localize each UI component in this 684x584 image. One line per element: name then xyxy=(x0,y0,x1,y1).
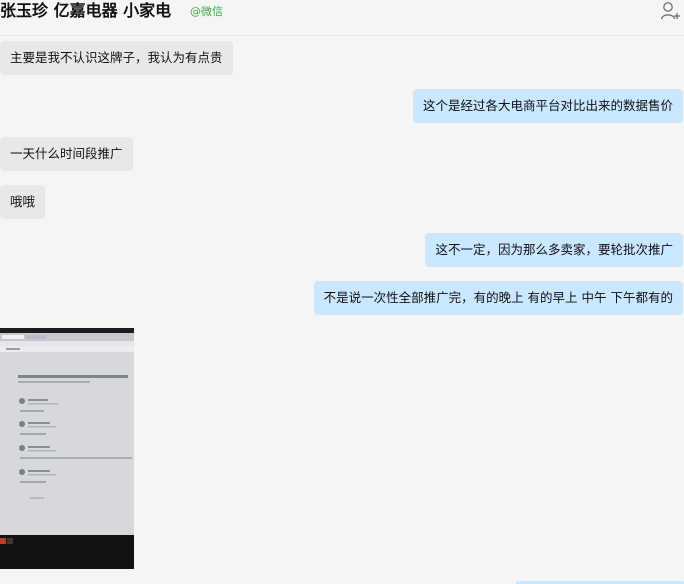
chat-header: 张玉珍 亿嘉电器 小家电 @微信 xyxy=(0,0,684,36)
screenshot-thumbnail xyxy=(0,328,134,569)
message-bubble-incoming[interactable]: 一天什么时间段推广 xyxy=(0,137,133,171)
image-message-screenshot[interactable] xyxy=(0,328,134,569)
message-bubble-incoming[interactable]: 主要是我不认识这牌子，我认为有点贵 xyxy=(0,41,233,75)
message-bubble-outgoing[interactable]: 这个是经过各大电商平台对比出来的数据售价 xyxy=(412,89,683,123)
add-member-icon-svg xyxy=(660,2,680,20)
chat-title: 张玉珍 亿嘉电器 小家电 xyxy=(0,1,172,20)
wechat-source-tag: @微信 xyxy=(190,5,223,18)
message-bubble-outgoing[interactable]: 这不一定，因为那么多卖家，要轮批次推广 xyxy=(425,233,683,267)
message-bubble-incoming[interactable]: 哦哦 xyxy=(0,185,46,219)
message-bubble-outgoing[interactable]: 不是说一次性全部推广完，有的晚上 有的早上 中午 下午都有的 xyxy=(313,281,683,315)
add-member-icon[interactable] xyxy=(660,1,682,21)
